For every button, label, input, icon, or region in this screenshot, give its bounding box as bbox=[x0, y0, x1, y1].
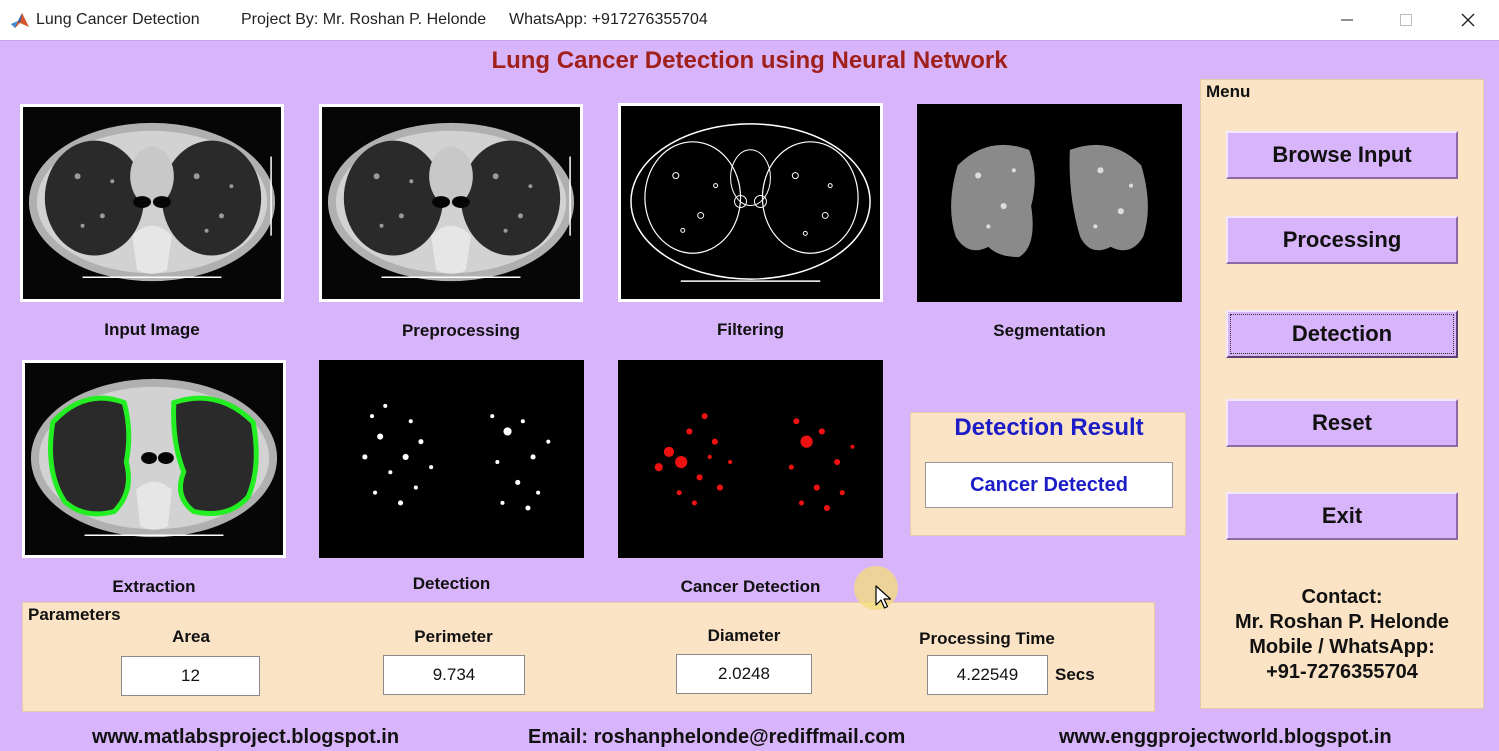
close-button[interactable] bbox=[1445, 6, 1491, 34]
diameter-label: Diameter bbox=[707, 626, 781, 645]
footer-site-2: www.enggprojectworld.blogspot.in bbox=[1059, 726, 1392, 748]
area-field[interactable]: 12 bbox=[121, 656, 260, 696]
diameter-field[interactable]: 2.0248 bbox=[676, 654, 812, 694]
exit-button[interactable]: Exit bbox=[1226, 492, 1458, 540]
mouse-cursor-icon bbox=[875, 585, 892, 609]
detection-image-label: Detection bbox=[412, 574, 491, 593]
footer-email: Email: roshanphelonde@rediffmail.com bbox=[528, 726, 906, 748]
contact-info: Contact: Mr. Roshan P. Helonde Mobile / … bbox=[1202, 585, 1482, 685]
processing-time-unit: Secs bbox=[1055, 665, 1095, 684]
whatsapp-text: WhatsApp: +917276355704 bbox=[509, 11, 708, 28]
contact-heading: Contact: bbox=[1301, 586, 1383, 608]
processing-button[interactable]: Processing bbox=[1226, 216, 1458, 264]
input-image-label: Input Image bbox=[104, 320, 200, 339]
segmentation-image bbox=[917, 104, 1182, 302]
maximize-icon bbox=[1400, 14, 1412, 26]
matlab-logo-icon bbox=[11, 13, 29, 28]
contact-number: +91-7276355704 bbox=[1266, 661, 1418, 683]
extraction-label: Extraction bbox=[112, 577, 196, 596]
reset-button[interactable]: Reset bbox=[1226, 399, 1458, 447]
input-image bbox=[20, 104, 284, 302]
segmentation-label: Segmentation bbox=[993, 321, 1106, 340]
extraction-image bbox=[22, 360, 286, 558]
window-title: Lung Cancer Detection bbox=[36, 11, 200, 28]
gui-client-area: Lung Cancer Detection using Neural Netwo… bbox=[0, 40, 1499, 751]
parameters-title: Parameters bbox=[25, 605, 124, 625]
main-title: Lung Cancer Detection using Neural Netwo… bbox=[491, 47, 1008, 74]
area-label: Area bbox=[172, 627, 210, 646]
minimize-icon bbox=[1341, 19, 1353, 21]
processing-time-label: Processing Time bbox=[919, 629, 1055, 648]
maximize-button[interactable] bbox=[1383, 6, 1429, 34]
filtering-label: Filtering bbox=[716, 320, 785, 339]
preprocessing-label: Preprocessing bbox=[401, 321, 521, 340]
contact-name: Mr. Roshan P. Helonde bbox=[1234, 611, 1450, 633]
project-by-text: Project By: Mr. Roshan P. Helonde bbox=[241, 11, 487, 28]
close-icon bbox=[1461, 13, 1475, 27]
menu-title: Menu bbox=[1203, 82, 1254, 102]
detection-result-value: Cancer Detected bbox=[925, 462, 1173, 508]
footer-site-1: www.matlabsproject.blogspot.in bbox=[92, 726, 400, 748]
detection-result-title: Detection Result bbox=[954, 414, 1144, 441]
processing-time-field[interactable]: 4.22549 bbox=[927, 655, 1048, 695]
perimeter-field[interactable]: 9.734 bbox=[383, 655, 525, 695]
window-titlebar: Lung Cancer Detection Project By: Mr. Ro… bbox=[0, 0, 1499, 40]
browse-input-button[interactable]: Browse Input bbox=[1226, 131, 1458, 179]
perimeter-label: Perimeter bbox=[414, 627, 493, 646]
filtering-image bbox=[618, 103, 883, 302]
contact-mobile-label: Mobile / WhatsApp: bbox=[1249, 636, 1435, 658]
preprocessing-image bbox=[319, 104, 583, 302]
detection-image bbox=[319, 360, 584, 558]
cancer-detection-label: Cancer Detection bbox=[680, 577, 821, 596]
cancer-detection-image bbox=[618, 360, 883, 558]
detection-button[interactable]: Detection bbox=[1226, 310, 1458, 358]
minimize-button[interactable] bbox=[1324, 6, 1370, 34]
